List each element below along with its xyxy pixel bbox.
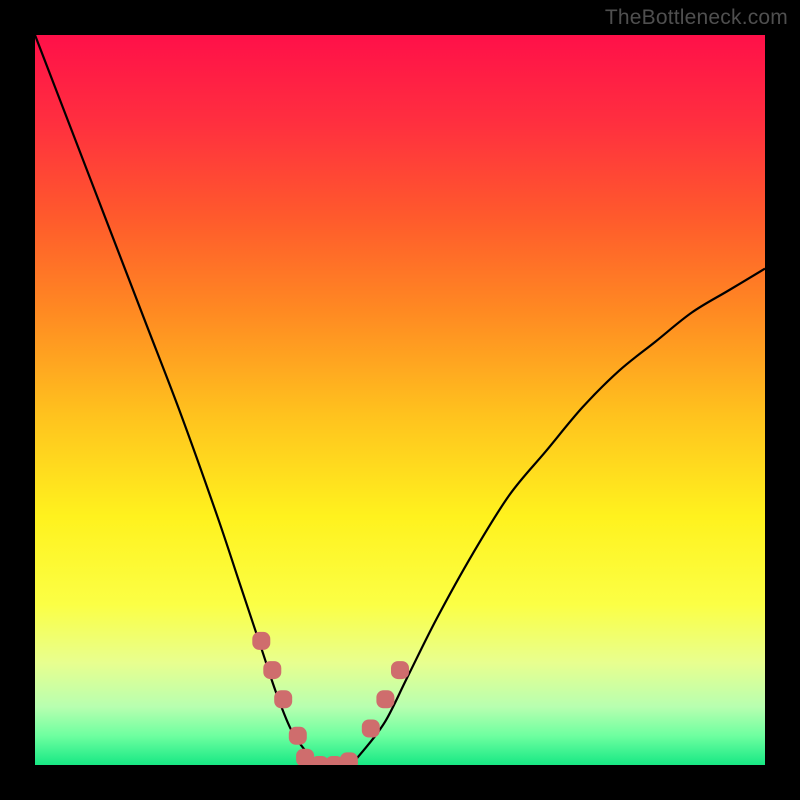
valley-marker	[340, 752, 358, 765]
plot-area	[35, 35, 765, 765]
chart-frame: TheBottleneck.com	[0, 0, 800, 800]
chart-svg	[35, 35, 765, 765]
gradient-background	[35, 35, 765, 765]
valley-marker	[274, 690, 292, 708]
valley-marker	[391, 661, 409, 679]
valley-marker	[252, 632, 270, 650]
watermark-text: TheBottleneck.com	[605, 6, 788, 30]
valley-marker	[289, 727, 307, 745]
valley-marker	[263, 661, 281, 679]
valley-marker	[376, 690, 394, 708]
valley-marker	[362, 720, 380, 738]
